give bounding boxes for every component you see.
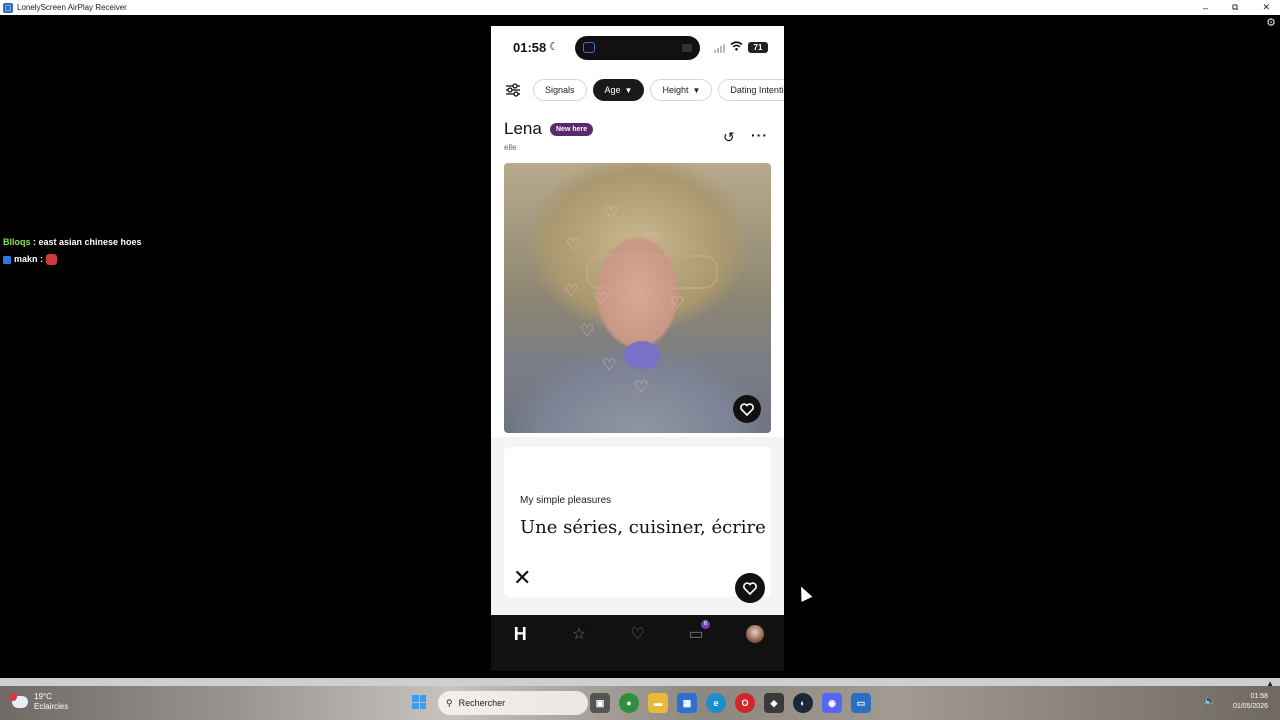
- chat-username: Blloqs: [3, 237, 31, 247]
- photo-glasses: [586, 255, 718, 289]
- filter-sliders-icon[interactable]: [505, 81, 521, 99]
- nav-home-hinge-icon[interactable]: H: [508, 623, 532, 645]
- heart-filter-icon: ♡: [602, 357, 617, 374]
- heart-filter-icon: ♡: [580, 323, 595, 340]
- chevron-down-icon: ▼: [692, 85, 701, 95]
- chrome-icon[interactable]: ●: [619, 693, 639, 713]
- focus-moon-icon: ☾: [549, 41, 559, 53]
- start-windows-icon[interactable]: [412, 695, 426, 709]
- filter-chip-height[interactable]: Height ▼: [650, 79, 713, 101]
- restore-button[interactable]: ⧉: [1232, 2, 1238, 13]
- window-controls: – ⧉ ✕: [1203, 0, 1270, 15]
- clock-time: 01:58: [1250, 693, 1268, 700]
- lonelyscreen-icon[interactable]: ▭: [851, 693, 871, 713]
- weather-temp: 19°C: [34, 692, 52, 701]
- file-explorer-icon[interactable]: ▬: [648, 693, 668, 713]
- nav-likes-heart-icon[interactable]: ♡: [625, 623, 649, 645]
- chat-emote-icon: [45, 254, 57, 266]
- task-view-icon[interactable]: ▣: [590, 693, 610, 713]
- app-icon[interactable]: ◆: [764, 693, 784, 713]
- search-icon: ⚲: [446, 697, 453, 708]
- nav-matches-chat-icon[interactable]: ▭ 6: [684, 620, 711, 645]
- prompt-card: My simple pleasures Une séries, cuisiner…: [504, 447, 771, 603]
- status-icons: 71: [714, 41, 768, 54]
- chevron-down-icon: ▼: [624, 85, 633, 95]
- settings-gear-icon[interactable]: ⚙: [1266, 16, 1276, 29]
- profile-pronoun: elle: [504, 143, 517, 152]
- filter-bar: Signals Age ▼ Height ▼ Dating Intentio: [505, 78, 784, 102]
- prompt-question: My simple pleasures: [520, 495, 612, 506]
- heart-filter-icon: ♡: [604, 205, 619, 222]
- weather-widget[interactable]: 19°C Eclaircies: [9, 692, 69, 712]
- nav-badge: 6: [701, 620, 711, 629]
- heart-filter-icon: ♡: [646, 231, 661, 248]
- signal-icon: [714, 43, 725, 53]
- taskbar-apps: ▣ ● ▬ ▦ e O ◆ ◐ ◉ ▭: [590, 693, 871, 713]
- like-prompt-button[interactable]: [735, 573, 765, 603]
- wifi-icon: [730, 41, 743, 54]
- nav-standouts-star-icon[interactable]: ☆: [567, 623, 591, 645]
- heart-filter-icon: ♡: [564, 283, 579, 300]
- photo-tongue: [624, 341, 660, 369]
- status-bar: 01:58 ☾ 71: [491, 26, 784, 70]
- search-placeholder: Rechercher: [458, 698, 506, 708]
- skip-close-icon[interactable]: ✕: [513, 565, 531, 591]
- steam-icon[interactable]: ◐: [793, 693, 813, 713]
- system-clock[interactable]: 01:58 01/05/2026: [1233, 692, 1268, 712]
- heart-filter-icon: ♡: [670, 295, 685, 312]
- camera-icon: [682, 44, 692, 52]
- prompt-answer: Une séries, cuisiner, écrire: [520, 517, 766, 538]
- close-button[interactable]: ✕: [1262, 2, 1270, 13]
- avatar: [745, 625, 764, 643]
- taskbar-search[interactable]: ⚲ Rechercher: [438, 691, 588, 715]
- phone-screen: 01:58 ☾ 71 Signals Age ▼ Height ▼ Dating I…: [491, 26, 784, 671]
- profile-name: Lena: [504, 119, 542, 138]
- like-photo-button[interactable]: [733, 395, 761, 423]
- clock-date: 01/05/2026: [1232, 703, 1268, 710]
- heart-filter-icon: ♡: [594, 291, 609, 308]
- horizontal-scrollbar[interactable]: [0, 678, 1280, 686]
- profile-photo[interactable]: ♡ ♡ ♡ ♡ ♡ ♡ ♡ ♡ ♡: [504, 163, 771, 433]
- opera-icon[interactable]: O: [735, 693, 755, 713]
- new-here-badge: New here: [550, 123, 594, 136]
- battery-indicator: 71: [748, 42, 768, 53]
- chat-message: makn :: [3, 251, 142, 268]
- undo-icon[interactable]: ↺: [723, 129, 735, 146]
- window-titlebar: ▢ LonelyScreen AirPlay Receiver – ⧉ ✕: [0, 0, 1280, 15]
- volume-icon[interactable]: 🔈: [1204, 696, 1216, 707]
- edge-icon[interactable]: e: [706, 693, 726, 713]
- windows-taskbar: 19°C Eclaircies ⚲ Rechercher ▣ ● ▬ ▦ e O…: [0, 686, 1280, 720]
- filter-chip-signals[interactable]: Signals: [533, 79, 587, 101]
- microsoft-store-icon[interactable]: ▦: [677, 693, 697, 713]
- nav-profile-avatar[interactable]: [743, 623, 767, 645]
- discord-icon[interactable]: ◉: [822, 693, 842, 713]
- bottom-nav: H ☆ ♡ ▭ 6: [491, 615, 784, 671]
- weather-desc: Eclaircies: [34, 702, 69, 711]
- status-time: 01:58: [513, 40, 547, 55]
- chat-overlay: Blloqs : east asian chinese hoes makn :: [3, 234, 142, 268]
- dynamic-island: [575, 36, 700, 60]
- heart-filter-icon: ♡: [634, 379, 649, 396]
- chat-badge-icon: [3, 255, 11, 264]
- more-options-icon[interactable]: ···: [751, 127, 768, 143]
- filter-chip-age[interactable]: Age ▼: [592, 79, 645, 101]
- screen-mirror-icon: [583, 42, 595, 53]
- minimize-button[interactable]: –: [1203, 3, 1208, 13]
- heart-filter-icon: ♡: [566, 237, 581, 254]
- weather-cloud-icon: [9, 693, 28, 708]
- chat-text: east asian chinese hoes: [38, 237, 142, 247]
- chat-message: Blloqs : east asian chinese hoes: [3, 237, 142, 247]
- app-icon: ▢: [3, 2, 13, 13]
- chat-username: makn: [14, 254, 38, 264]
- window-title: LonelyScreen AirPlay Receiver: [17, 3, 127, 12]
- filter-chip-dating-intentions[interactable]: Dating Intentio: [718, 79, 784, 101]
- mouse-cursor: [795, 584, 813, 602]
